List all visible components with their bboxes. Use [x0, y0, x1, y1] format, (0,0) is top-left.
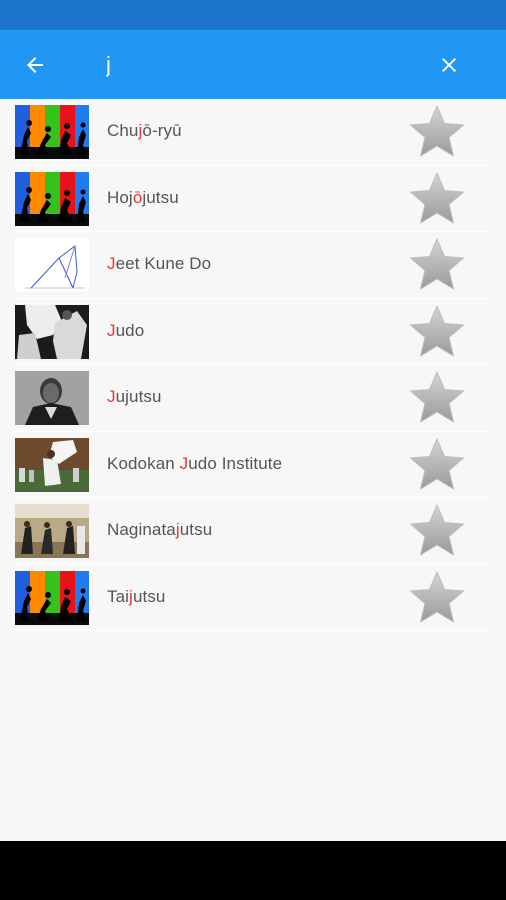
result-title-prefix: Chu [107, 121, 139, 140]
search-input[interactable] [106, 49, 406, 81]
favorite-button[interactable] [406, 436, 468, 494]
favorite-button[interactable] [406, 103, 468, 161]
result-title-match: J [107, 387, 116, 406]
result-title: Hojōjutsu [107, 188, 179, 208]
result-title: Judo [107, 321, 144, 341]
star-icon [410, 504, 464, 556]
result-list-item[interactable]: Chujō-ryū [0, 99, 506, 166]
back-button[interactable] [16, 46, 54, 84]
result-title-suffix: udo [115, 320, 145, 340]
result-thumbnail [15, 371, 89, 425]
star-icon [410, 371, 464, 423]
result-title-suffix: utsu [179, 520, 213, 539]
result-title-prefix: Hoj [107, 187, 133, 207]
result-title-suffix: eet Kune Do [115, 254, 212, 273]
result-title-prefix: Naginata [107, 520, 176, 539]
result-thumbnail [15, 171, 89, 226]
list-divider [14, 630, 492, 631]
star-icon [410, 305, 464, 356]
close-icon [442, 58, 456, 72]
result-title-match: J [179, 453, 189, 473]
star-icon [410, 238, 464, 290]
result-title: Jujutsu [107, 387, 162, 407]
favorite-button[interactable] [406, 502, 468, 560]
result-title-suffix: utsu [132, 586, 166, 606]
result-title-match: J [107, 254, 116, 273]
result-list-item[interactable]: Judo [0, 299, 506, 365]
result-title-suffix: ujutsu [115, 387, 162, 406]
result-title: Kodokan Judo Institute [107, 454, 282, 474]
result-title-suffix: udo Institute [188, 453, 283, 473]
result-title-match: J [107, 320, 116, 340]
star-icon [410, 438, 464, 489]
result-thumbnail [15, 570, 89, 625]
favorite-button[interactable] [406, 236, 468, 294]
favorite-button[interactable] [406, 569, 468, 627]
result-title: Chujō-ryū [107, 121, 182, 141]
result-title-suffix: ō-ryū [142, 121, 182, 140]
result-title-match: ō [132, 187, 143, 207]
status-bar [0, 0, 506, 30]
result-title-prefix: Tai [107, 586, 130, 606]
result-thumbnail [15, 238, 89, 292]
clear-search-button[interactable] [430, 46, 468, 84]
result-title: Naginatajutsu [107, 520, 212, 540]
result-title-prefix: Kodokan [107, 453, 180, 473]
result-list-item[interactable]: Taijutsu [0, 565, 506, 631]
result-list-item[interactable]: Hojōjutsu [0, 166, 506, 232]
favorite-button[interactable] [406, 170, 468, 228]
result-thumbnail [15, 304, 89, 359]
result-list-item[interactable]: Jeet Kune Do [0, 232, 506, 299]
favorite-button[interactable] [406, 369, 468, 427]
result-list-item[interactable]: Naginatajutsu [0, 498, 506, 565]
result-title: Taijutsu [107, 587, 165, 607]
arrow-left-icon [27, 57, 43, 73]
result-thumbnail [15, 105, 89, 159]
star-icon [410, 571, 464, 622]
navigation-bar [0, 841, 506, 900]
result-title-suffix: jutsu [142, 187, 179, 207]
result-list: Chujō-ryū Hojōjutsu Jeet Kune Do Judo Ju… [0, 99, 506, 631]
star-icon [410, 105, 464, 157]
result-list-item[interactable]: Jujutsu [0, 365, 506, 432]
star-icon [410, 172, 464, 223]
result-thumbnail [15, 504, 89, 558]
favorite-button[interactable] [406, 303, 468, 361]
result-title: Jeet Kune Do [107, 254, 211, 274]
result-list-item[interactable]: Kodokan Judo Institute [0, 432, 506, 498]
search-toolbar [0, 30, 506, 99]
result-thumbnail [15, 437, 89, 492]
